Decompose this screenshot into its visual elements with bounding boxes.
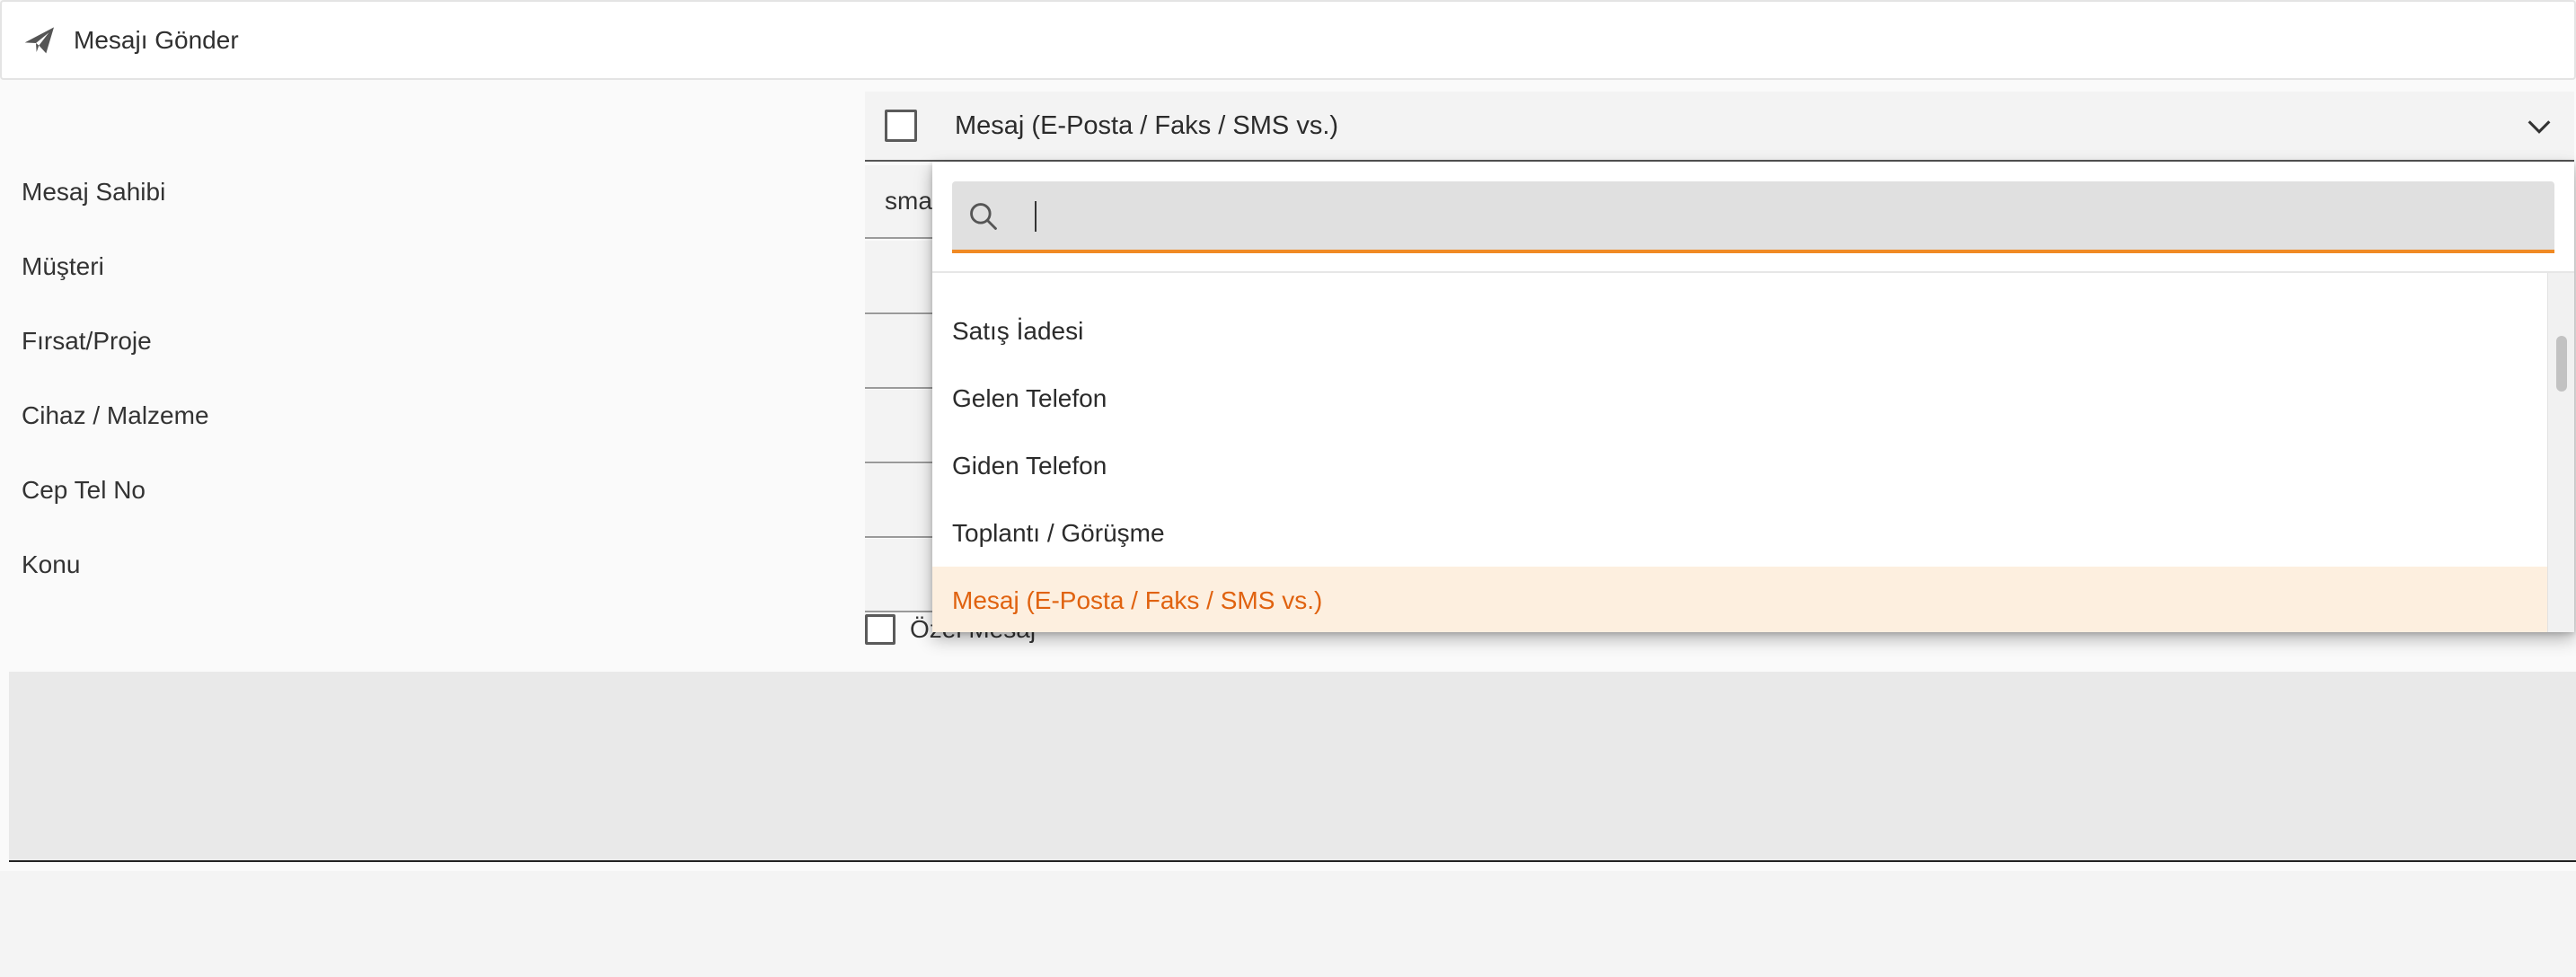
send-message-button[interactable]: Mesajı Gönder [2, 2, 239, 78]
activity-type-value: Mesaj (E-Posta / Faks / SMS vs.) [955, 110, 1339, 140]
dropdown-search-input[interactable] [952, 181, 2554, 253]
send-message-label: Mesajı Gönder [74, 25, 239, 54]
chevron-down-icon[interactable] [2524, 111, 2554, 142]
toolbar: Mesajı Gönder [0, 0, 2576, 80]
activity-type-checkbox[interactable] [885, 110, 917, 142]
dropdown-scrollbar[interactable] [2547, 273, 2574, 632]
text-cursor [1035, 201, 1037, 232]
mobile-label: Cep Tel No [22, 476, 146, 504]
message-body-editor[interactable] [9, 672, 2576, 862]
owner-label: Mesaj Sahibi [22, 178, 166, 206]
opportunity-label: Fırsat/Proje [22, 327, 152, 355]
footer-area [0, 871, 2576, 977]
subject-label: Konu [22, 550, 81, 578]
dropdown-options: Satış İadesi Gelen Telefon Giden Telefon… [932, 273, 2547, 632]
dropdown-scroll-thumb[interactable] [2556, 336, 2567, 392]
dropdown-option[interactable]: Satış İadesi [932, 297, 2547, 365]
dropdown-option[interactable]: Giden Telefon [932, 432, 2547, 499]
dropdown-option-selected[interactable]: Mesaj (E-Posta / Faks / SMS vs.) [932, 567, 2547, 632]
dropdown-option[interactable]: Gelen Telefon [932, 365, 2547, 432]
paper-plane-icon [24, 26, 55, 53]
dropdown-option-partial[interactable] [932, 273, 2547, 297]
owner-value: sma [885, 187, 932, 215]
customer-label: Müşteri [22, 252, 104, 280]
dropdown-option[interactable]: Toplantı / Görüşme [932, 499, 2547, 567]
search-icon [970, 203, 997, 230]
private-message-checkbox[interactable] [865, 614, 895, 645]
activity-type-dropdown: Satış İadesi Gelen Telefon Giden Telefon… [932, 162, 2574, 632]
activity-type-select[interactable]: Mesaj (E-Posta / Faks / SMS vs.) [865, 92, 2574, 162]
device-label: Cihaz / Malzeme [22, 401, 209, 429]
